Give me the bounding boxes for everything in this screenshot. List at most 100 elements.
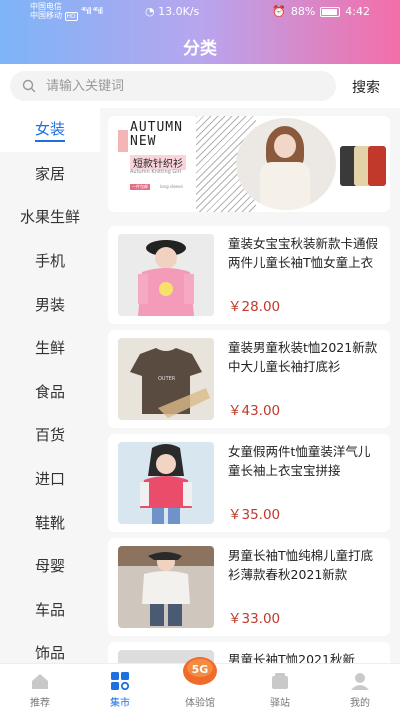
tab-label: 驿站 <box>270 698 290 709</box>
sidebar-item-label: 进口 <box>34 470 65 489</box>
banner-line-2: NEW <box>130 134 157 149</box>
home-icon <box>32 674 48 689</box>
sidebar-item-label: 百货 <box>34 426 65 445</box>
product-title: 童装女宝宝秋装新款卡通假两件儿童长袖T恤女童上衣 <box>228 236 379 270</box>
search-box[interactable] <box>10 71 336 101</box>
product-card[interactable]: 男童长袖T恤2021秋新 <box>108 642 390 663</box>
search-bar: 搜索 <box>0 64 400 108</box>
promo-banner[interactable]: AUTUMN NEW 短款针织衫 Autumn Knitting Girl 一件… <box>108 116 390 212</box>
banner-caption: Autumn Knitting Girl <box>130 169 182 175</box>
boy-white-shirt-image <box>118 546 214 628</box>
right-status: ⏰ 88% 4:42 <box>272 5 370 18</box>
5g-badge-text: 5G <box>191 663 209 676</box>
category-sidebar: 女装 家居 水果生鲜 手机 男装 生鲜 食品 百货 进口 鞋靴 母婴 车品 饰品 <box>0 108 100 663</box>
network-speed: ◔ 13.0K/s <box>145 5 199 18</box>
brown-tshirt-image: OUTER <box>118 338 214 420</box>
battery-percent: 88% <box>290 5 316 18</box>
model-cardigan <box>260 162 310 210</box>
speed-text: 13.0K/s <box>158 5 200 18</box>
product-title: 女童假两件t恤童装洋气儿童长袖上衣宝宝拼接 <box>228 444 371 478</box>
search-icon <box>22 79 36 93</box>
banner-tag-2: long sleeve <box>160 184 183 189</box>
sidebar-item-men[interactable]: 男装 <box>0 282 100 326</box>
sidebar-item-label: 男装 <box>34 295 65 314</box>
sidebar-item-phone[interactable]: 手机 <box>0 239 100 283</box>
sidebar-item-label: 食品 <box>34 382 65 401</box>
tab-profile[interactable]: 我的 <box>320 664 400 711</box>
sidebar-item-label: 水果生鲜 <box>19 208 80 227</box>
clock: 4:42 <box>345 5 370 18</box>
sidebar-item-label: 车品 <box>34 600 65 619</box>
sidebar-item-women[interactable]: 女装 <box>0 108 100 152</box>
search-input[interactable] <box>46 76 326 96</box>
sidebar-item-fresh[interactable]: 生鲜 <box>0 326 100 370</box>
carrier-info: 中国电信 中国移动 HD <box>30 2 78 21</box>
alarm-icon: ⏰ <box>272 5 286 18</box>
carrier-2: 中国移动 <box>30 11 62 20</box>
sidebar-item-label: 饰品 <box>34 644 65 663</box>
sidebar-item-baby[interactable]: 母婴 <box>0 544 100 588</box>
product-area: AUTUMN NEW 短款针织衫 Autumn Knitting Girl 一件… <box>100 108 400 663</box>
sidebar-item-label: 生鲜 <box>34 339 65 358</box>
sidebar-item-shoes[interactable]: 鞋靴 <box>0 500 100 544</box>
search-button[interactable]: 搜索 <box>352 77 380 97</box>
product-price: ￥35.00 <box>228 507 281 523</box>
header-bar: 中国电信 中国移动 HD ⁴⁶ıll ⁴⁶ıll ◔ 13.0K/s ⏰ 88%… <box>0 0 400 64</box>
kid-pink-shirt-image <box>118 234 214 316</box>
tab-label: 体验馆 <box>185 698 215 709</box>
svg-text:OUTER: OUTER <box>158 376 176 382</box>
product-card[interactable]: 男童长袖T恤纯棉儿童打底衫薄款春秋2021新款 ￥33.00 <box>108 538 390 636</box>
product-title: 男童长袖T恤2021秋新 <box>228 652 355 663</box>
sidebar-item-accessories[interactable]: 饰品 <box>0 631 100 663</box>
product-card[interactable]: 女童假两件t恤童装洋气儿童长袖上衣宝宝拼接 ￥35.00 <box>108 434 390 532</box>
tab-label: 推荐 <box>30 698 50 709</box>
product-image: OUTER <box>118 338 214 420</box>
product-card[interactable]: OUTER 童装男童秋装t恤2021新款中大儿童长袖打底衫 ￥43.00 <box>108 330 390 428</box>
tab-market[interactable]: 集市 <box>80 664 160 711</box>
sidebar-item-food[interactable]: 食品 <box>0 370 100 414</box>
wifi-icon: ◔ <box>145 5 155 18</box>
product-price: ￥28.00 <box>228 299 281 315</box>
product-price: ￥33.00 <box>228 611 281 627</box>
product-image <box>118 546 214 628</box>
profile-icon <box>351 673 369 690</box>
sidebar-item-import[interactable]: 进口 <box>0 457 100 501</box>
sidebar-item-label: 女装 <box>34 118 65 142</box>
tab-label: 集市 <box>110 698 130 709</box>
sidebar-item-car[interactable]: 车品 <box>0 588 100 632</box>
product-image <box>118 234 214 316</box>
sidebar-item-home[interactable]: 家居 <box>0 152 100 196</box>
status-bar: 中国电信 中国移动 HD ⁴⁶ıll ⁴⁶ıll ◔ 13.0K/s ⏰ 88%… <box>0 0 400 24</box>
station-icon <box>272 673 288 689</box>
carrier-1: 中国电信 <box>30 2 62 11</box>
banner-accent <box>118 130 128 152</box>
sidebar-item-label: 家居 <box>34 164 65 183</box>
5g-icon[interactable]: 5G <box>181 656 219 686</box>
product-image <box>118 442 214 524</box>
hd-badge: HD <box>64 12 78 21</box>
tab-station[interactable]: 驿站 <box>240 664 320 711</box>
hanger-red <box>368 146 386 186</box>
banner-headline: AUTUMN NEW <box>130 121 183 149</box>
girl-pink-top-image <box>118 442 214 524</box>
banner-subtitle: 短款针织衫 <box>130 155 186 170</box>
banner-model-photo <box>236 118 336 210</box>
tab-label: 我的 <box>350 698 370 709</box>
page-title: 分类 <box>183 39 217 59</box>
bottom-tab-bar: 推荐 集市 体验馆 5G 驿站 我的 <box>0 657 400 711</box>
sidebar-item-goods[interactable]: 百货 <box>0 413 100 457</box>
sidebar-item-label: 鞋靴 <box>34 513 65 532</box>
product-price: ￥43.00 <box>228 403 281 419</box>
tab-recommend[interactable]: 推荐 <box>0 664 80 711</box>
sidebar-item-fruit[interactable]: 水果生鲜 <box>0 195 100 239</box>
signal-icon: ⁴⁶ıll ⁴⁶ıll <box>81 7 103 17</box>
product-card[interactable]: 童装女宝宝秋装新款卡通假两件儿童长袖T恤女童上衣 ￥28.00 <box>108 226 390 324</box>
product-title: 男童长袖T恤纯棉儿童打底衫薄款春秋2021新款 <box>228 548 374 582</box>
battery-icon <box>320 6 341 17</box>
banner-tag: 一件包邮 <box>130 184 150 190</box>
sidebar-item-label: 手机 <box>34 252 65 271</box>
banner-line-1: AUTUMN <box>130 120 183 135</box>
product-title: 童装男童秋装t恤2021新款中大儿童长袖打底衫 <box>228 340 378 374</box>
market-icon <box>111 672 130 690</box>
sidebar-item-label: 母婴 <box>34 557 65 576</box>
